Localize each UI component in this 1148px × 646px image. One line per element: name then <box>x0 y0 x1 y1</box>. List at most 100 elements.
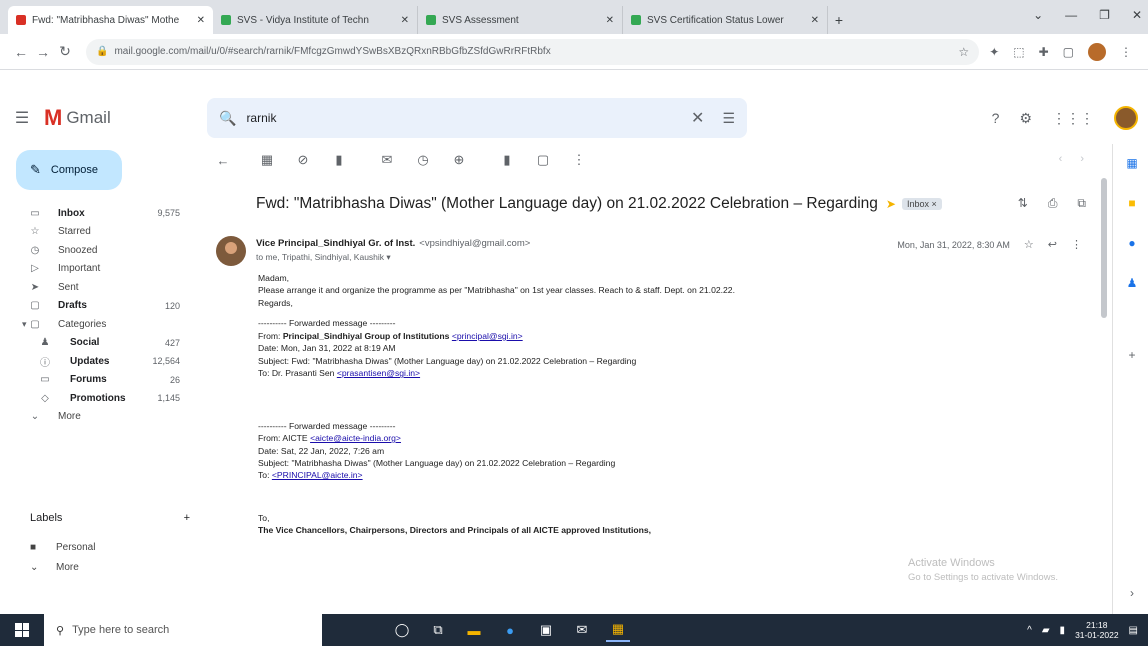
label-item-more[interactable]: ⌄ More <box>30 562 180 573</box>
browser-tab[interactable]: SVS - Vidya Institute of Techn ✕ <box>213 6 418 34</box>
snooze-icon[interactable]: ◷ <box>410 152 436 168</box>
sidebar-item-starred[interactable]: ☆ Starred <box>0 223 190 242</box>
browser-menu-icon[interactable]: ⋮ <box>1120 45 1132 59</box>
start-button[interactable] <box>0 614 44 646</box>
add-addon-icon[interactable]: + <box>1124 348 1140 364</box>
sidepanel-icon[interactable]: ▢ <box>1063 45 1074 59</box>
calendar-icon[interactable]: ▦ <box>1124 156 1140 172</box>
minimize-button[interactable]: — <box>1065 8 1077 22</box>
sidebar-item-important[interactable]: ▷ Important <box>0 260 190 279</box>
keep-icon[interactable]: ■ <box>1124 196 1140 212</box>
more-options-icon[interactable]: ⋮ <box>566 152 592 168</box>
extension-icon[interactable]: ✦ <box>989 45 999 59</box>
browser-tab[interactable]: SVS Assessment ✕ <box>418 6 623 34</box>
taskbar-clock[interactable]: 21:18 31-01-2022 <box>1075 620 1118 640</box>
bookmark-star-icon[interactable]: ☆ <box>958 45 969 59</box>
add-task-icon[interactable]: ⊕ <box>446 152 472 168</box>
search-input[interactable] <box>246 111 684 125</box>
move-to-icon[interactable]: ▮ <box>494 152 520 168</box>
support-icon[interactable]: ? <box>992 110 1000 126</box>
archive-icon[interactable]: ▦ <box>254 152 280 168</box>
sidebar-item-more[interactable]: ⌄ More <box>0 408 190 427</box>
taskbar-search[interactable]: ⚲ Type here to search <box>44 614 322 646</box>
close-tab-icon[interactable]: ✕ <box>811 15 819 26</box>
gmail-logo[interactable]: M Gmail <box>44 105 204 131</box>
mail-icon[interactable]: ✉ <box>570 618 594 642</box>
sidebar-item-forums[interactable]: ▭ Forums 26 <box>0 371 190 390</box>
sidebar-item-social[interactable]: ♟ Social 427 <box>0 334 190 353</box>
add-label-button[interactable]: + <box>184 512 190 524</box>
notifications-icon[interactable]: ▤ <box>1129 625 1138 636</box>
close-tab-icon[interactable]: ✕ <box>606 15 614 26</box>
url-bar[interactable]: 🔒 mail.google.com/mail/u/0/#search/rarni… <box>86 38 980 65</box>
from-email-link[interactable]: <principal@sgi.in> <box>452 331 523 341</box>
profile-avatar[interactable] <box>1088 42 1106 61</box>
sender-avatar[interactable] <box>216 236 246 266</box>
url-text[interactable]: mail.google.com/mail/u/0/#search/rarnik/… <box>114 46 948 57</box>
tasks-icon[interactable]: ● <box>1124 236 1140 252</box>
report-spam-icon[interactable]: ⊘ <box>290 152 316 168</box>
edge-icon[interactable]: ● <box>498 618 522 642</box>
sidebar-item-updates[interactable]: ⓘ Updates 12,564 <box>0 352 190 371</box>
forward-button[interactable]: → <box>32 44 54 60</box>
apps-grid-icon[interactable]: ⋮⋮⋮ <box>1052 110 1094 127</box>
reply-icon[interactable]: ↩ <box>1048 238 1057 251</box>
delete-icon[interactable]: ▮ <box>326 152 352 168</box>
file-explorer-icon[interactable]: ▬ <box>462 618 486 642</box>
task-view-icon[interactable]: ⧉ <box>426 618 450 642</box>
browser-tab[interactable]: SVS Certification Status Lower ✕ <box>623 6 828 34</box>
wifi-icon[interactable]: ▰ <box>1042 625 1050 636</box>
account-avatar[interactable] <box>1114 106 1138 130</box>
from-email-link[interactable]: <aicte@aicte-india.org> <box>310 433 401 443</box>
close-tab-icon[interactable]: ✕ <box>197 15 205 26</box>
close-window-button[interactable]: ✕ <box>1132 8 1142 22</box>
sidebar-item-categories[interactable]: ▾ ▢ Categories <box>0 315 190 334</box>
sidebar-item-drafts[interactable]: ▢ Drafts 120 <box>0 297 190 316</box>
puzzle-icon[interactable]: ✚ <box>1039 45 1049 59</box>
sidebar-item-snoozed[interactable]: ◷ Snoozed <box>0 241 190 260</box>
search-options-icon[interactable]: ☰ <box>722 110 735 127</box>
sidebar-item-inbox[interactable]: ▭ Inbox 9,575 <box>0 204 190 223</box>
main-menu-icon[interactable]: ☰ <box>0 108 44 128</box>
expand-all-icon[interactable]: ⇅ <box>1018 196 1028 211</box>
chrome-icon[interactable]: ▦ <box>606 618 630 642</box>
contacts-icon[interactable]: ♟ <box>1124 276 1140 292</box>
sender-name[interactable]: Vice Principal_Sindhiyal Gr. of Inst. <box>256 238 415 249</box>
mark-unread-icon[interactable]: ✉ <box>374 152 400 168</box>
star-icon[interactable]: ☆ <box>1024 238 1034 251</box>
back-to-search-icon[interactable]: ← <box>210 153 236 168</box>
tray-chevron-icon[interactable]: ^ <box>1027 625 1032 636</box>
close-tab-icon[interactable]: ✕ <box>401 15 409 26</box>
message-scrollbar[interactable] <box>1101 178 1107 318</box>
new-tab-button[interactable]: + <box>828 6 850 34</box>
browser-tab[interactable]: Fwd: "Matribhasha Diwas" Mothe ✕ <box>8 6 213 34</box>
label-item-personal[interactable]: ■ Personal <box>30 542 180 553</box>
store-icon[interactable]: ▣ <box>534 618 558 642</box>
sidebar-item-promotions[interactable]: ◇ Promotions 1,145 <box>0 389 190 408</box>
to-email-link[interactable]: <PRINCIPAL@aicte.in> <box>272 470 363 480</box>
cortana-icon[interactable]: ◯ <box>390 618 414 642</box>
maximize-button[interactable]: ❐ <box>1099 8 1110 22</box>
back-button[interactable]: ← <box>10 44 32 60</box>
older-icon[interactable]: › <box>1080 153 1084 165</box>
settings-icon[interactable]: ⚙ <box>1019 110 1032 127</box>
important-marker-icon[interactable]: ➤ <box>886 197 896 211</box>
inbox-label-chip[interactable]: Inbox × <box>901 198 942 210</box>
sidebar-item-sent[interactable]: ➤ Sent <box>0 278 190 297</box>
expand-panel-icon[interactable]: › <box>1124 586 1140 602</box>
labels-icon[interactable]: ▢ <box>530 152 556 168</box>
print-icon[interactable]: ⎙ <box>1048 196 1058 211</box>
recipients-line[interactable]: to me, Tripathi, Sindhiyal, Kaushik ▾ <box>256 252 391 263</box>
clear-search-icon[interactable]: ✕ <box>691 108 704 128</box>
battery-icon[interactable]: ▮ <box>1060 625 1066 636</box>
reload-button[interactable]: ↻ <box>54 43 76 60</box>
extension-icon[interactable]: ⬚ <box>1013 45 1024 59</box>
to-email-link[interactable]: <prasantisen@sgi.in> <box>337 368 420 378</box>
search-icon[interactable]: 🔍 <box>219 110 236 127</box>
compose-button[interactable]: ✎ Compose <box>16 150 122 190</box>
tab-search-icon[interactable]: ⌄ <box>1033 8 1043 22</box>
new-window-icon[interactable]: ⧉ <box>1077 196 1086 211</box>
collapse-arrow-icon[interactable]: ▾ <box>22 319 27 330</box>
more-options-icon[interactable]: ⋮ <box>1071 238 1082 251</box>
newer-icon[interactable]: ‹ <box>1059 153 1063 165</box>
